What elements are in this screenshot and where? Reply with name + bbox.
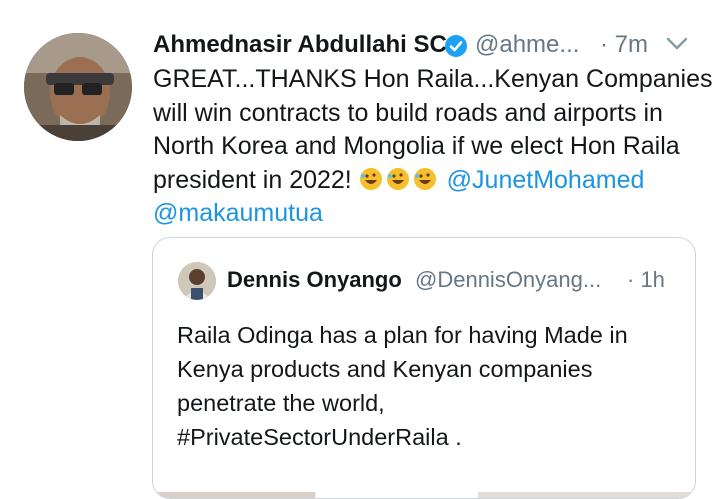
quoted-tweet[interactable]: Dennis Onyango @DennisOnyang... · 1h Rai… bbox=[152, 237, 696, 499]
quoted-text-line: #PrivateSectorUnderRaila . bbox=[177, 424, 462, 450]
tweet-text-line: will win contracts to build roads and ai… bbox=[153, 98, 663, 127]
quoted-tweet-text: Raila Odinga has a plan for having Made … bbox=[177, 318, 677, 454]
quoted-author-avatar[interactable] bbox=[178, 262, 216, 300]
tweet-text-line: North Korea and Mongolia if we elect Hon… bbox=[153, 132, 680, 160]
quoted-author-name[interactable]: Dennis Onyango bbox=[227, 266, 402, 294]
author-name[interactable]: Ahmednasir Abdullahi SC bbox=[153, 30, 447, 60]
rofl-emoji-icon bbox=[413, 167, 436, 190]
tweet-text: GREAT...THANKS Hon Raila...Kenyan Compan… bbox=[153, 63, 713, 231]
quoted-media-preview[interactable] bbox=[153, 492, 695, 498]
quoted-timestamp[interactable]: · 1h bbox=[627, 266, 665, 294]
quoted-text-line: penetrate the world, bbox=[177, 390, 385, 416]
quoted-tweet-header: Dennis Onyango @DennisOnyang... · 1h bbox=[227, 266, 687, 296]
quoted-text-line: Raila Odinga has a plan for having Made … bbox=[177, 322, 628, 348]
chevron-down-icon[interactable] bbox=[666, 36, 688, 52]
mention-link[interactable]: @makaumutua bbox=[153, 199, 323, 227]
tweet-text-line: president in 2022! bbox=[153, 165, 352, 194]
author-avatar[interactable] bbox=[24, 33, 132, 141]
tweet[interactable]: Ahmednasir Abdullahi SC @ahme... · 7m GR… bbox=[0, 0, 720, 499]
author-handle[interactable]: @ahme... bbox=[475, 30, 579, 60]
mention-link[interactable]: @JunetMohamed bbox=[447, 166, 645, 194]
rofl-emoji-icon bbox=[359, 167, 382, 190]
rofl-emoji-icon bbox=[386, 167, 409, 190]
verified-badge-icon bbox=[445, 35, 467, 57]
quoted-text-line: Kenya products and Kenyan companies bbox=[177, 356, 593, 382]
quoted-author-handle[interactable]: @DennisOnyang... bbox=[415, 266, 601, 294]
tweet-text-line: GREAT...THANKS Hon Raila...Kenyan Compan… bbox=[153, 65, 713, 93]
tweet-timestamp[interactable]: · 7m bbox=[600, 30, 648, 60]
tweet-header: Ahmednasir Abdullahi SC @ahme... · 7m bbox=[153, 30, 713, 64]
